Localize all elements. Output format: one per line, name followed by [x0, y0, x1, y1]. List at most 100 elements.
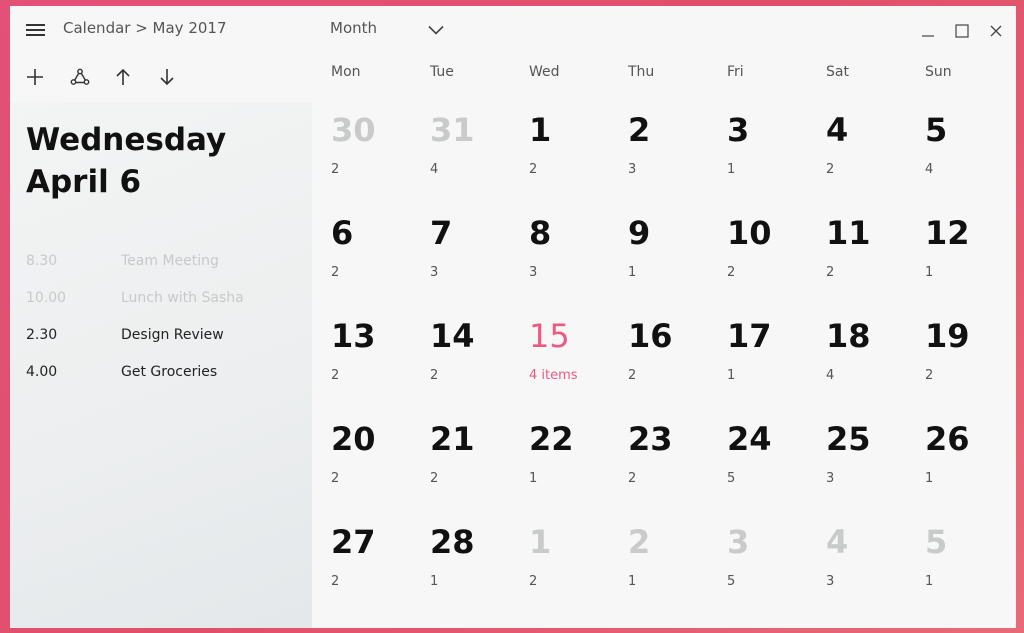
view-selector[interactable]: Month [330, 19, 444, 37]
day-number: 31 [430, 111, 475, 149]
day-cell[interactable]: 11 2 [817, 195, 916, 298]
day-cell[interactable]: 21 [619, 504, 718, 607]
day-number: 27 [331, 523, 376, 561]
day-cell[interactable]: 23 2 [619, 401, 718, 504]
event-time: 8.30 [26, 252, 58, 269]
day-cell[interactable]: 10 2 [718, 195, 817, 298]
view-selector-label: Month [330, 19, 378, 37]
day-cell[interactable]: 20 2 [322, 401, 421, 504]
day-cell[interactable]: 25 3 [817, 401, 916, 504]
day-number: 5 [925, 523, 948, 561]
day-cell[interactable]: 27 2 [322, 504, 421, 607]
arrow-up-icon[interactable] [114, 64, 158, 90]
day-cell[interactable]: 35 [718, 504, 817, 607]
event-count: 4 [826, 368, 835, 383]
day-cell-today[interactable]: 15 4 items [520, 298, 619, 401]
day-cell[interactable]: 22 1 [520, 401, 619, 504]
day-cell[interactable]: 26 1 [916, 401, 1015, 504]
event-count: 2 [430, 368, 439, 383]
event-count: 1 [628, 265, 637, 280]
day-number: 3 [727, 111, 750, 149]
day-cell[interactable]: 12 1 [916, 195, 1015, 298]
event-count: 2 [331, 574, 340, 589]
event-count: 2 [826, 265, 835, 280]
event-item[interactable]: 4.00 Get Groceries [26, 353, 306, 390]
event-count: 2 [331, 265, 340, 280]
arrow-down-icon[interactable] [158, 64, 202, 90]
event-count: 2 [331, 471, 340, 486]
week-row: 30 2 31 4 1 2 2 3 3 1 4 2 5 4 [322, 92, 1016, 195]
close-icon[interactable] [986, 22, 1006, 40]
event-item[interactable]: 10.00 Lunch with Sasha [26, 279, 306, 316]
minimize-icon[interactable] [918, 22, 938, 40]
day-number: 4 [826, 523, 849, 561]
day-cell[interactable]: 21 2 [421, 401, 520, 504]
event-count: 3 [826, 574, 835, 589]
day-number: 1 [529, 523, 552, 561]
selected-date: April 6 [26, 164, 142, 200]
event-count: 2 [628, 471, 637, 486]
day-cell[interactable]: 16 2 [619, 298, 718, 401]
day-number: 18 [826, 317, 871, 355]
event-time: 2.30 [26, 326, 58, 343]
day-cell[interactable]: 17 1 [718, 298, 817, 401]
event-time: 10.00 [26, 289, 67, 306]
event-count: 2 [331, 162, 340, 177]
weeks: 30 2 31 4 1 2 2 3 3 1 4 2 5 4 6 2 7 3 8 3 9 1 10 2 11 2 12 1 13 2 14 2 1… [322, 92, 1016, 607]
day-cell[interactable]: 12 [520, 504, 619, 607]
plus-icon[interactable] [26, 64, 70, 90]
share-icon[interactable] [70, 64, 114, 90]
day-number: 5 [925, 111, 948, 149]
day-number: 16 [628, 317, 673, 355]
day-cell[interactable]: 24 5 [718, 401, 817, 504]
day-cell[interactable]: 62 [322, 195, 421, 298]
day-cell[interactable]: 42 [817, 92, 916, 195]
day-cell[interactable]: 12 [520, 92, 619, 195]
event-item[interactable]: 8.30 Team Meeting [26, 242, 306, 279]
day-number: 11 [826, 214, 871, 252]
breadcrumb[interactable]: Calendar > May 2017 [63, 19, 227, 37]
event-count: 5 [727, 574, 736, 589]
day-number: 26 [925, 420, 970, 458]
event-count: 2 [925, 368, 934, 383]
chevron-down-icon [428, 21, 444, 39]
day-cell[interactable]: 18 4 [817, 298, 916, 401]
toolbar [26, 64, 202, 90]
day-number: 2 [628, 111, 651, 149]
weekday-label: Sun [925, 64, 952, 80]
weekday-label: Thu [628, 64, 655, 80]
month-grid: Mon Tue Wed Thu Fri Sat Sun 30 2 31 4 1 2 2 3 3 1 4 2 5 4 6 2… [322, 64, 1016, 607]
day-cell[interactable]: 51 [916, 504, 1015, 607]
day-number: 2 [628, 523, 651, 561]
day-cell[interactable]: 91 [619, 195, 718, 298]
day-cell[interactable]: 14 2 [421, 298, 520, 401]
event-count: 1 [430, 574, 439, 589]
agenda-pane: Calendar > May 2017 Wednesday April 6 8.… [10, 6, 312, 628]
day-cell[interactable]: 31 [718, 92, 817, 195]
day-cell[interactable]: 43 [817, 504, 916, 607]
event-count: 2 [529, 574, 538, 589]
maximize-icon[interactable] [952, 22, 972, 40]
day-cell[interactable]: 23 [619, 92, 718, 195]
event-count: 1 [925, 265, 934, 280]
hamburger-menu-icon[interactable] [26, 23, 46, 37]
selected-weekday: Wednesday [26, 122, 227, 158]
day-cell[interactable]: 28 1 [421, 504, 520, 607]
day-number: 20 [331, 420, 376, 458]
day-number: 22 [529, 420, 574, 458]
day-number: 21 [430, 420, 475, 458]
day-cell[interactable]: 54 [916, 92, 1015, 195]
day-cell[interactable]: 13 2 [322, 298, 421, 401]
event-count: 5 [727, 471, 736, 486]
day-cell[interactable]: 73 [421, 195, 520, 298]
selected-day-heading: Wednesday April 6 [26, 119, 226, 203]
day-number: 25 [826, 420, 871, 458]
event-item[interactable]: 2.30 Design Review [26, 316, 306, 353]
day-cell[interactable]: 31 4 [421, 92, 520, 195]
day-number: 14 [430, 317, 475, 355]
day-cell[interactable]: 19 2 [916, 298, 1015, 401]
day-cell[interactable]: 83 [520, 195, 619, 298]
day-cell[interactable]: 30 2 [322, 92, 421, 195]
event-count: 2 [331, 368, 340, 383]
event-count: 2 [727, 265, 736, 280]
